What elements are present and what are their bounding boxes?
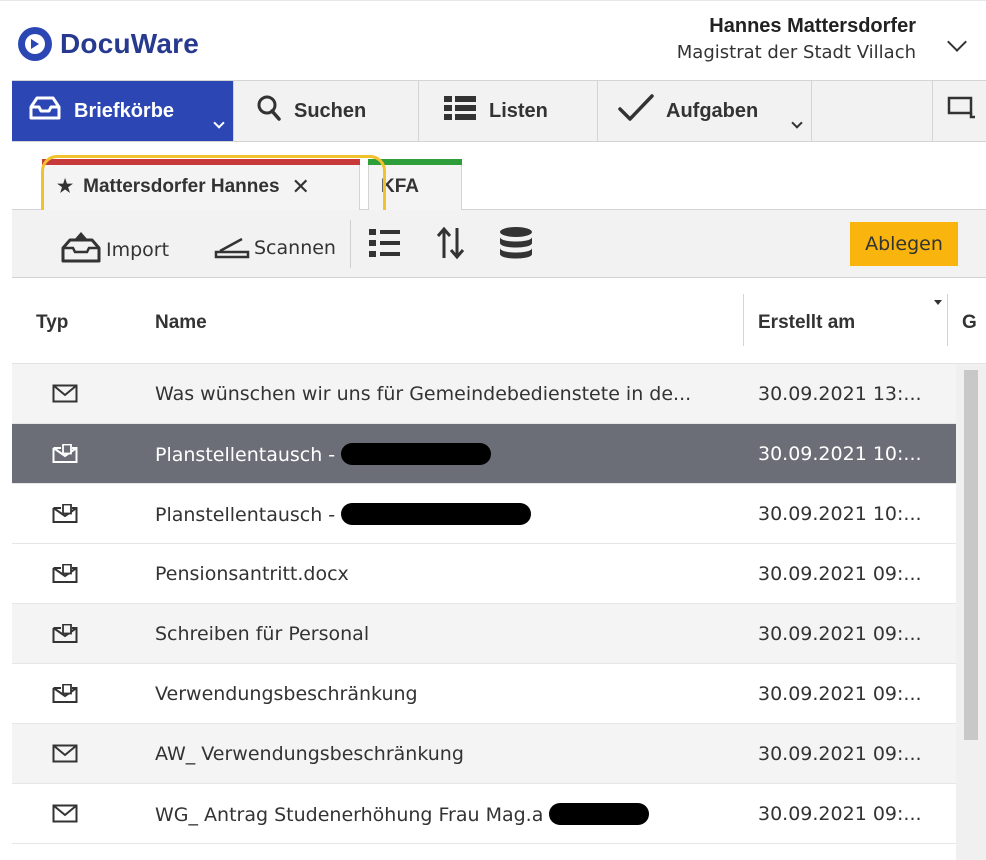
close-icon[interactable]: ✕	[292, 174, 310, 200]
document-date: 30.09.2021 09:...	[758, 683, 922, 705]
redaction-mark	[341, 503, 532, 525]
list-view-icon	[368, 226, 402, 265]
user-name: Hannes Mattersdorfer	[709, 15, 916, 37]
tab-kfa[interactable]: KFA	[368, 159, 462, 210]
column-header-extra[interactable]: G	[962, 312, 977, 334]
column-divider[interactable]	[947, 294, 948, 346]
document-name: Planstellentausch -	[155, 443, 735, 466]
table-row[interactable]: WG_ Antrag Studenerhöhung Frau Mag.a 30.…	[12, 784, 956, 844]
table-row[interactable]: Pensionsantritt.docx 30.09.2021 09:...	[12, 544, 956, 604]
search-icon	[256, 94, 282, 128]
docuware-logo[interactable]: DocuWare	[18, 27, 199, 61]
tab-color-bar	[368, 159, 462, 165]
document-date: 30.09.2021 09:...	[758, 743, 922, 765]
sort-button[interactable]	[436, 226, 466, 265]
scanner-icon	[214, 230, 250, 265]
document-name: Pensionsantritt.docx	[155, 563, 349, 585]
document-date: 30.09.2021 09:...	[758, 623, 922, 645]
list-icon	[443, 94, 477, 128]
tray-tabs: ★ Mattersdorfer Hannes ✕ KFA	[12, 142, 986, 210]
chevron-down-icon	[213, 117, 225, 129]
redaction-mark	[341, 443, 492, 465]
document-name: AW_ Verwendungsbeschränkung	[155, 743, 464, 765]
window-icon	[947, 95, 977, 127]
window-button[interactable]	[932, 81, 986, 141]
database-button[interactable]	[498, 226, 534, 265]
column-divider[interactable]	[743, 294, 744, 346]
table-row[interactable]: Planstellentausch - 30.09.2021 10:...	[12, 424, 956, 484]
document-name: WG_ Antrag Studenerhöhung Frau Mag.a	[155, 803, 735, 826]
tab-mattersdorfer-hannes[interactable]: ★ Mattersdorfer Hannes ✕	[42, 159, 360, 210]
email-icon	[52, 384, 78, 403]
sort-desc-icon	[934, 300, 942, 305]
document-date: 30.09.2021 09:...	[758, 803, 922, 825]
tab-label: KFA	[381, 175, 419, 197]
store-button[interactable]: Ablegen	[850, 222, 958, 266]
document-name: Verwendungsbeschränkung	[155, 683, 418, 705]
star-icon: ★	[57, 176, 74, 196]
scan-label: Scannen	[254, 236, 336, 259]
document-name: Schreiben für Personal	[155, 623, 370, 645]
chevron-down-icon[interactable]	[947, 32, 967, 52]
user-organization: Magistrat der Stadt Villach	[676, 42, 916, 63]
nav-aufgaben[interactable]: Aufgaben	[598, 81, 812, 141]
email-attachment-icon	[52, 684, 78, 703]
toolbar-divider	[350, 220, 351, 268]
document-date: 30.09.2021 10:...	[758, 443, 922, 465]
list-scrollbar[interactable]	[956, 364, 986, 860]
nav-label: Aufgaben	[666, 99, 759, 122]
tray-icon	[28, 95, 62, 127]
logo-text: DocuWare	[60, 28, 200, 59]
tab-color-bar	[42, 159, 360, 165]
email-icon	[52, 744, 78, 763]
import-icon	[60, 230, 102, 269]
column-header-type[interactable]: Typ	[36, 312, 68, 334]
nav-label: Suchen	[294, 99, 367, 122]
nav-suchen[interactable]: Suchen	[234, 81, 419, 141]
logo-icon	[18, 27, 52, 61]
sort-icon	[436, 226, 466, 265]
toolbar: Import Scannen Ablegen	[12, 210, 986, 278]
document-date: 30.09.2021 09:...	[758, 563, 922, 585]
table-row[interactable]: Verwendungsbeschränkung 30.09.2021 09:..…	[12, 664, 956, 724]
scrollbar-thumb[interactable]	[964, 370, 978, 740]
email-attachment-icon	[52, 504, 78, 523]
email-attachment-icon	[52, 624, 78, 643]
document-date: 30.09.2021 13:...	[758, 383, 922, 405]
scan-button[interactable]: Scannen	[214, 230, 336, 265]
import-button[interactable]: Import	[60, 230, 169, 269]
column-header-created[interactable]: Erstellt am	[758, 312, 855, 334]
nav-briefkoerbe[interactable]: Briefkörbe	[12, 81, 234, 141]
email-attachment-icon	[52, 444, 78, 463]
tab-label: Mattersdorfer Hannes	[83, 175, 280, 197]
redaction-mark	[549, 803, 650, 825]
document-name: Planstellentausch -	[155, 503, 735, 526]
nav-label: Briefkörbe	[74, 99, 175, 122]
column-header-name[interactable]: Name	[155, 312, 207, 334]
document-name: Was wünschen wir uns für Gemeindebediens…	[155, 383, 692, 405]
table-header: Typ Name Erstellt am G	[12, 278, 986, 364]
list-view-button[interactable]	[368, 226, 402, 265]
document-date: 30.09.2021 10:...	[758, 503, 922, 525]
table-row[interactable]: AW_ Verwendungsbeschränkung 30.09.2021 0…	[12, 724, 956, 784]
table-row[interactable]: Planstellentausch - 30.09.2021 10:...	[12, 484, 956, 544]
database-icon	[498, 226, 534, 265]
nav-label: Listen	[489, 99, 548, 122]
user-menu[interactable]: Hannes Mattersdorfer Magistrat der Stadt…	[677, 15, 916, 63]
import-label: Import	[106, 238, 170, 261]
document-list: Was wünschen wir uns für Gemeindebediens…	[12, 364, 956, 844]
main-navigation: Briefkörbe Suchen Listen Aufgaben	[12, 80, 986, 142]
app-header: DocuWare Hannes Mattersdorfer Magistrat …	[0, 0, 986, 80]
table-row[interactable]: Schreiben für Personal 30.09.2021 09:...	[12, 604, 956, 664]
email-icon	[52, 804, 78, 823]
email-attachment-icon	[52, 564, 78, 583]
table-row[interactable]: Was wünschen wir uns für Gemeindebediens…	[12, 364, 956, 424]
chevron-down-icon	[791, 117, 803, 129]
nav-listen[interactable]: Listen	[419, 81, 598, 141]
check-icon	[618, 94, 654, 128]
